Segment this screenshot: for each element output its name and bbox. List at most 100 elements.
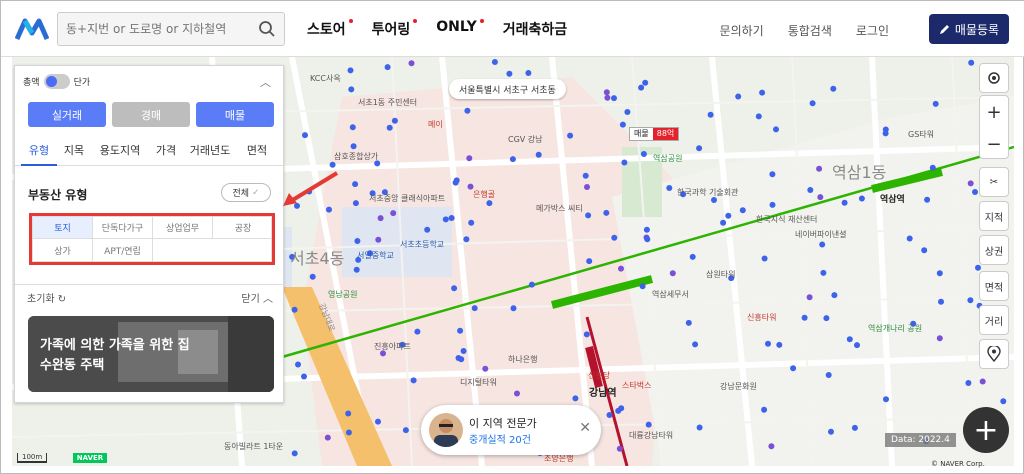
listing-marker[interactable] [410,377,417,384]
search-icon[interactable] [258,20,276,38]
listing-marker[interactable] [806,294,813,301]
listing-marker[interactable] [624,109,631,115]
listing-marker[interactable] [345,410,352,417]
select-all-button[interactable]: 전체 ✓ [221,183,271,202]
nav-item-1[interactable]: 투어링 [372,19,418,39]
ad-banner[interactable]: 가족에 의한 가족을 위한 집 수완동 주택 [28,316,274,392]
listing-marker[interactable] [572,395,579,402]
listing-marker[interactable] [309,273,316,280]
listing-marker[interactable] [402,427,409,434]
listing-marker[interactable] [352,181,359,188]
listing-marker[interactable] [603,209,610,216]
inquiry-link[interactable]: 문의하기 [720,22,764,39]
listing-marker[interactable] [642,79,649,86]
listing-marker[interactable] [666,185,673,191]
listing-marker[interactable] [938,298,944,305]
listing-marker[interactable] [819,241,826,248]
listing-marker[interactable] [567,132,574,139]
listing-marker[interactable] [460,348,467,354]
listing-marker[interactable] [801,314,808,321]
listing-marker[interactable] [755,113,762,120]
listing-marker[interactable] [854,342,860,349]
listing-marker[interactable] [769,201,776,208]
listing-marker[interactable] [452,179,459,186]
listing-marker[interactable] [929,164,936,171]
listing-marker[interactable] [451,285,458,292]
listing-marker[interactable] [640,151,647,157]
listing-marker[interactable] [457,327,464,334]
tab-land-category[interactable]: 지목 [57,142,91,165]
listing-marker[interactable] [408,60,415,67]
listing-marker[interactable] [582,172,589,179]
logo-icon[interactable] [15,15,49,43]
cadastral-button[interactable]: 지적 [979,201,1009,231]
listing-marker[interactable] [841,199,848,206]
listing-marker[interactable] [384,64,391,71]
listing-marker[interactable] [773,126,779,133]
tool-button[interactable]: ✂ [979,167,1009,197]
listing-marker[interactable] [466,155,473,162]
listing-marker[interactable] [302,132,308,139]
listing-marker[interactable] [638,84,645,91]
listing-marker[interactable] [968,59,975,66]
listing-marker[interactable] [765,340,771,347]
listing-marker[interactable] [932,100,939,107]
listing-marker[interactable] [761,406,768,413]
price-tag[interactable]: 매물 88억 [629,127,680,141]
listing-marker[interactable] [820,269,827,276]
location-button[interactable] [979,339,1009,369]
listing-marker[interactable] [739,207,746,214]
search-input[interactable] [58,13,248,45]
listing-marker[interactable] [967,180,974,187]
commercial-zone-button[interactable]: 상권 [979,235,1009,265]
listing-marker[interactable] [936,335,943,342]
listing-marker[interactable] [618,265,624,272]
listing-marker[interactable] [349,124,356,131]
listing-marker[interactable] [807,187,814,193]
listing-marker[interactable] [603,89,610,96]
listing-marker[interactable] [725,212,732,219]
listing-marker[interactable] [455,355,462,361]
listing-marker[interactable] [414,328,421,335]
tab-zoning[interactable]: 용도지역 [91,142,149,165]
listing-marker[interactable] [639,283,646,290]
listing-marker[interactable] [471,305,478,312]
listing-marker[interactable] [696,424,703,431]
nav-item-0[interactable]: 스토어 [307,19,353,39]
listing-marker[interactable] [1000,398,1007,405]
listing-marker[interactable] [509,156,516,163]
nav-item-3[interactable]: 거래축하금 [503,19,567,39]
listing-marker[interactable] [761,255,768,262]
plus-icon[interactable]: + [980,96,1008,128]
nav-item-2[interactable]: ONLY [436,19,484,39]
listing-marker[interactable] [616,445,623,452]
listing-marker[interactable] [975,264,981,271]
listing-marker[interactable] [611,95,617,102]
listing-marker[interactable] [291,306,298,313]
listing-marker[interactable] [386,124,393,131]
listing-marker[interactable] [809,100,816,107]
listing-marker[interactable] [586,258,593,265]
listing-marker[interactable] [377,215,384,222]
listing-marker[interactable] [707,111,714,118]
listing-marker[interactable] [643,226,650,233]
listing-marker[interactable] [924,196,931,203]
actual-trade-button[interactable]: 실거래 [28,102,106,127]
listing-marker[interactable] [696,145,703,152]
listing-marker[interactable] [482,365,489,372]
listing-marker[interactable] [685,319,692,326]
listing-marker[interactable] [825,372,832,378]
listing-marker[interactable] [967,297,974,304]
listing-marker[interactable] [851,424,858,431]
listing-marker[interactable] [353,266,360,273]
listing-marker[interactable] [491,59,498,65]
listing-marker[interactable] [689,253,696,260]
listing-marker[interactable] [611,234,618,241]
listing-marker[interactable] [830,85,837,92]
listing-marker[interactable] [692,341,699,348]
listing-marker[interactable] [535,151,542,158]
listing-marker[interactable] [350,143,357,150]
listing-marker[interactable] [352,200,359,207]
listing-marker[interactable] [510,305,517,312]
listing-marker[interactable] [790,365,797,372]
